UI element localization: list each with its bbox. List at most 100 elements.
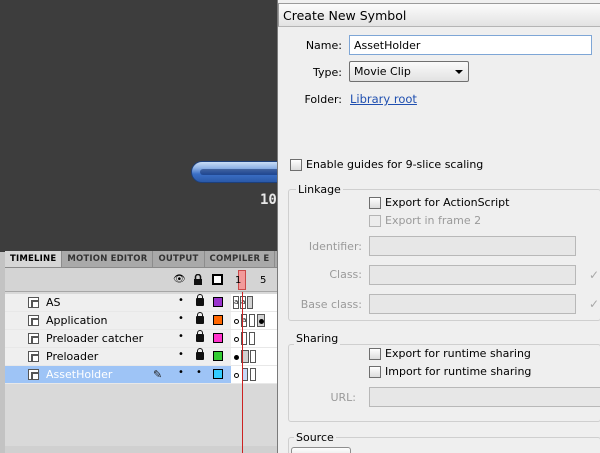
layer-row-application[interactable]: Application • a [5, 312, 277, 330]
visibility-dot[interactable]: • [178, 331, 184, 342]
import-runtime-checkbox[interactable] [369, 365, 381, 378]
source-title: Source [294, 431, 336, 444]
frame-cells[interactable] [231, 348, 277, 365]
linkage-title: Linkage [296, 183, 343, 196]
type-label: Type: [313, 66, 342, 79]
visibility-dot[interactable]: • [178, 349, 184, 360]
layer-name: AS [46, 296, 61, 309]
timeline-header: 👁 1 5 [5, 268, 277, 292]
keyframe-cell[interactable]: a [233, 296, 239, 309]
dialog-title: Create New Symbol [283, 8, 407, 23]
frame-cell[interactable] [247, 296, 253, 309]
frame-cell[interactable] [249, 314, 255, 327]
stage: 10 [0, 0, 277, 234]
export-runtime-row[interactable]: Export for runtime sharing [369, 347, 531, 360]
name-label: Name: [305, 39, 342, 52]
layer-row-assetholder[interactable]: AssetHolder ✎ • • [5, 366, 277, 384]
class-input [369, 265, 576, 285]
nine-slice-label: Enable guides for 9-slice scaling [306, 158, 484, 171]
layer-name: Preloader [46, 350, 99, 363]
nine-slice-checkbox[interactable] [290, 158, 302, 171]
timeline-scrollbar[interactable] [5, 446, 277, 453]
import-runtime-label: Import for runtime sharing [385, 365, 532, 378]
export-frame2-checkbox [369, 214, 381, 227]
source-browse-button[interactable] [291, 447, 351, 453]
symbol-name-input[interactable] [349, 35, 592, 55]
layer-color-swatch[interactable] [213, 369, 223, 379]
folder-label: Folder: [304, 93, 342, 106]
timeline-body: 👁 1 5 AS • a a Application • a Preloader… [5, 268, 277, 453]
class-label: Class: [329, 268, 362, 281]
lock-icon[interactable] [196, 294, 204, 306]
ruler-frame-1: 1 [235, 275, 242, 286]
base-class-label: Base class: [300, 298, 362, 311]
layer-row-preloader-catcher[interactable]: Preloader catcher • [5, 330, 277, 348]
lock-all-icon[interactable] [192, 273, 204, 285]
identifier-label: Identifier: [308, 240, 362, 253]
visibility-dot[interactable]: • [178, 367, 184, 378]
layer-row-as[interactable]: AS • a a [5, 294, 277, 312]
url-input [369, 387, 600, 407]
tab-motion-editor[interactable]: MOTION EDITOR [62, 251, 154, 267]
lock-dot[interactable]: • [196, 367, 202, 378]
lock-icon[interactable] [196, 330, 204, 342]
pencil-icon: ✎ [153, 368, 163, 381]
export-runtime-checkbox[interactable] [369, 347, 381, 360]
url-label: URL: [330, 391, 356, 404]
layer-row-preloader[interactable]: Preloader • [5, 348, 277, 366]
layer-icon [28, 351, 39, 362]
validate-class-check-icon: ✓ [589, 268, 600, 282]
keyframe-cell[interactable]: a [240, 296, 246, 309]
layer-color-swatch[interactable] [213, 297, 223, 307]
layer-name: Application [46, 314, 108, 327]
dialog-titlebar[interactable]: Create New Symbol [278, 3, 600, 27]
import-runtime-row[interactable]: Import for runtime sharing [369, 365, 531, 378]
tab-compiler-errors[interactable]: COMPILER E [205, 251, 276, 267]
export-actionscript-row[interactable]: Export for ActionScript [369, 196, 509, 209]
show-hide-all-eye-icon[interactable]: 👁 [173, 274, 186, 285]
layer-color-swatch[interactable] [213, 351, 223, 361]
base-class-input [369, 294, 576, 314]
tab-timeline[interactable]: TIMELINE [5, 251, 63, 267]
layer-name: AssetHolder [46, 368, 113, 381]
validate-base-class-check-icon: ✓ [589, 297, 600, 311]
sharing-title: Sharing [294, 332, 341, 345]
visibility-dot[interactable]: • [178, 295, 184, 306]
outline-all-icon[interactable] [212, 274, 223, 285]
tab-output[interactable]: OUTPUT [153, 251, 205, 267]
frame-cells[interactable] [231, 366, 277, 383]
panel-tab-bar: TIMELINE MOTION EDITOR OUTPUT COMPILER E [5, 251, 277, 268]
empty-keyframe[interactable] [234, 373, 239, 378]
layer-color-swatch[interactable] [213, 333, 223, 343]
export-frame2-row: Export in frame 2 [369, 214, 481, 227]
frame-cell[interactable] [249, 332, 255, 345]
export-actionscript-label: Export for ActionScript [385, 196, 510, 209]
frame-cell[interactable] [250, 350, 256, 363]
symbol-type-select[interactable]: Movie Clip [349, 61, 469, 82]
frame-cells[interactable]: a a [231, 294, 277, 311]
create-new-symbol-dialog: Create New Symbol Name: Type: Movie Clip… [277, 0, 600, 453]
frame-cells[interactable] [231, 330, 277, 347]
export-runtime-label: Export for runtime sharing [385, 347, 531, 360]
export-actionscript-checkbox[interactable] [369, 196, 381, 209]
layer-name: Preloader catcher [46, 332, 144, 345]
identifier-input [369, 236, 576, 256]
symbol-type-value: Movie Clip [354, 65, 411, 78]
lock-icon[interactable] [196, 312, 204, 324]
visibility-dot[interactable]: • [178, 313, 184, 324]
empty-keyframe[interactable] [234, 319, 239, 324]
layer-color-swatch[interactable] [213, 315, 223, 325]
folder-library-root-link[interactable]: Library root [350, 92, 417, 106]
ruler-frame-5: 5 [260, 275, 267, 286]
layer-icon [28, 315, 39, 326]
stage-bottom-strip [0, 234, 277, 252]
preloader-progress-bar [191, 161, 277, 183]
export-frame2-label: Export in frame 2 [385, 214, 482, 227]
lock-icon[interactable] [196, 348, 204, 360]
empty-keyframe[interactable] [234, 337, 239, 342]
filled-keyframe[interactable] [234, 355, 239, 360]
frame-cells[interactable]: a [231, 312, 277, 329]
nine-slice-checkbox-row[interactable]: Enable guides for 9-slice scaling [290, 158, 483, 171]
filled-keyframe[interactable] [259, 319, 264, 324]
frame-cell[interactable] [250, 368, 256, 381]
